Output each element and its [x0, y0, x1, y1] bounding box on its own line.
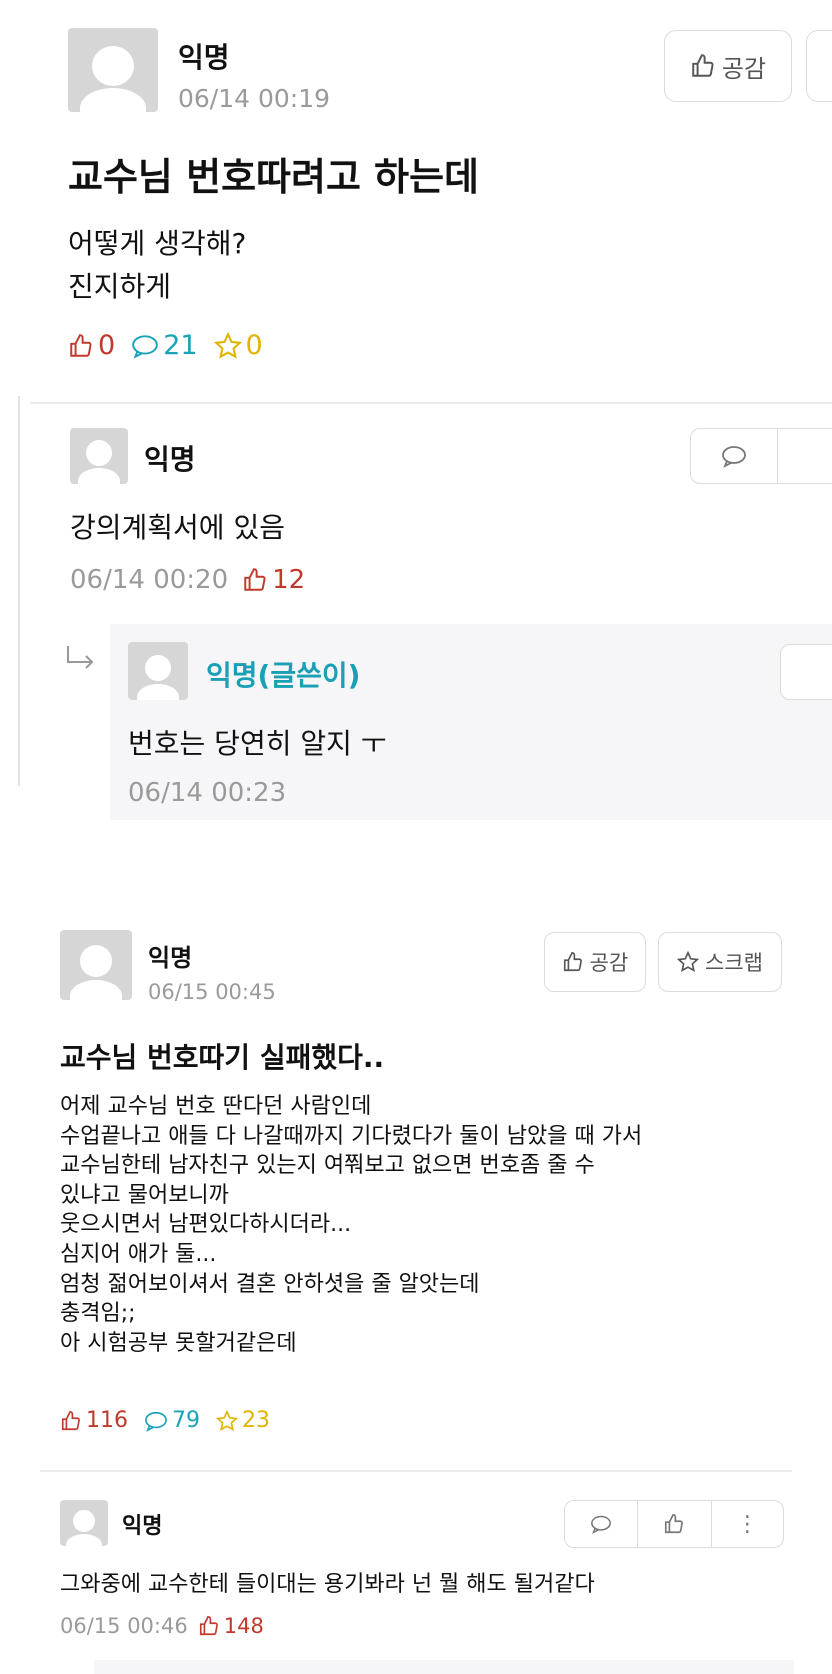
- like-count-value: 116: [86, 1408, 128, 1433]
- like-count-value: 0: [98, 330, 116, 361]
- comment-author: 익명: [122, 1514, 163, 1539]
- like-button[interactable]: 공감: [664, 30, 792, 102]
- star-icon: [677, 951, 700, 972]
- thumbs-up-icon: [692, 54, 714, 77]
- like-button-label: 공감: [589, 951, 629, 975]
- post-body: 어떻게 생각해? 진지하게: [68, 227, 247, 303]
- divider: [30, 402, 832, 404]
- comment-like-count: 148: [198, 1614, 264, 1638]
- thumbs-up-icon: [563, 952, 582, 972]
- comment-meta: 06/14 00:20 12: [70, 565, 321, 595]
- reply-time: 06/14 00:23: [128, 778, 287, 808]
- like-button-label: 공감: [721, 54, 767, 83]
- like-button[interactable]: 공감: [544, 932, 646, 992]
- thumbs-up-icon: [665, 1514, 684, 1534]
- comment-count-value: 79: [172, 1408, 200, 1433]
- comment-count: 21: [131, 330, 198, 361]
- thumbs-up-icon: [61, 1410, 80, 1430]
- reply-box-partial: [94, 1660, 794, 1674]
- speech-bubble-icon: [591, 1515, 612, 1534]
- comment-time: 06/14 00:20: [70, 565, 229, 595]
- scrap-count: 23: [216, 1408, 270, 1433]
- post-time: 06/14 00:19: [178, 84, 331, 113]
- scrap-count-value: 23: [242, 1408, 270, 1433]
- avatar: [60, 1500, 108, 1546]
- reply-arrow-icon: [67, 646, 94, 669]
- comment-author: 익명: [144, 443, 196, 476]
- speech-bubble-icon: [722, 446, 746, 468]
- reply-text: 번호는 당연히 알지 ㅜ: [128, 727, 387, 760]
- avatar: [70, 428, 128, 484]
- left-edge-line: [18, 396, 20, 786]
- scrap-count: 0: [213, 330, 263, 361]
- star-icon: [213, 331, 242, 359]
- scrap-button-label: 스크랩: [705, 951, 763, 975]
- like-count: 116: [60, 1408, 128, 1433]
- comment-like-value: 12: [272, 565, 306, 595]
- post-stats: 116 79 23: [60, 1408, 286, 1433]
- post-author: 익명: [148, 944, 193, 972]
- comment-like-button[interactable]: [638, 1501, 712, 1547]
- scrap-button-partial[interactable]: [806, 30, 832, 102]
- post-title: 교수님 번호따기 실패했다..: [60, 1041, 385, 1074]
- star-icon: [216, 1409, 238, 1431]
- divider: [40, 1470, 792, 1472]
- comment-count: 79: [144, 1408, 200, 1433]
- post-title: 교수님 번호따려고 하는데: [68, 155, 480, 199]
- speech-bubble-icon: [145, 1411, 167, 1432]
- avatar: [128, 642, 188, 700]
- comment-like-button[interactable]: [778, 429, 832, 483]
- comment-meta: 06/15 00:46 148: [60, 1614, 280, 1638]
- more-button[interactable]: ⋮: [712, 1501, 783, 1547]
- more-vertical-icon: ⋮: [736, 1511, 759, 1537]
- post-body: 어제 교수님 번호 딴다던 사람인데 수업끝나고 애들 다 나갈때까지 기다렸다…: [60, 1094, 643, 1356]
- thumbs-up-icon: [244, 568, 266, 591]
- post-time: 06/15 00:45: [148, 980, 276, 1004]
- comment-text: 그와중에 교수한테 들이대는 용기봐라 넌 뭘 해도 될거같다: [60, 1572, 595, 1597]
- like-count: 0: [68, 330, 115, 361]
- thumbs-up-icon: [70, 333, 92, 357]
- avatar: [60, 930, 132, 1000]
- post-author: 익명: [178, 41, 230, 74]
- comment-like-value: 148: [223, 1614, 264, 1638]
- comment-time: 06/15 00:46: [60, 1614, 188, 1638]
- reply-author: 익명(글쓴이): [206, 659, 361, 692]
- thumbs-up-icon: [199, 1616, 218, 1636]
- reply-like-button-partial[interactable]: [780, 644, 832, 700]
- comment-actions: [690, 428, 832, 484]
- comment-like-count: 12: [242, 565, 305, 595]
- comment-actions: ⋮: [564, 1500, 784, 1548]
- scrap-button[interactable]: 스크랩: [658, 932, 782, 992]
- scrap-count-value: 0: [245, 330, 263, 361]
- reply-button[interactable]: [565, 1501, 639, 1547]
- speech-bubble-icon: [132, 334, 159, 359]
- post-stats: 0 21 0: [68, 330, 279, 361]
- comment-text: 강의계획서에 있음: [70, 511, 285, 544]
- reply-button[interactable]: [691, 429, 778, 483]
- comment-count-value: 21: [163, 330, 198, 361]
- avatar: [68, 28, 158, 112]
